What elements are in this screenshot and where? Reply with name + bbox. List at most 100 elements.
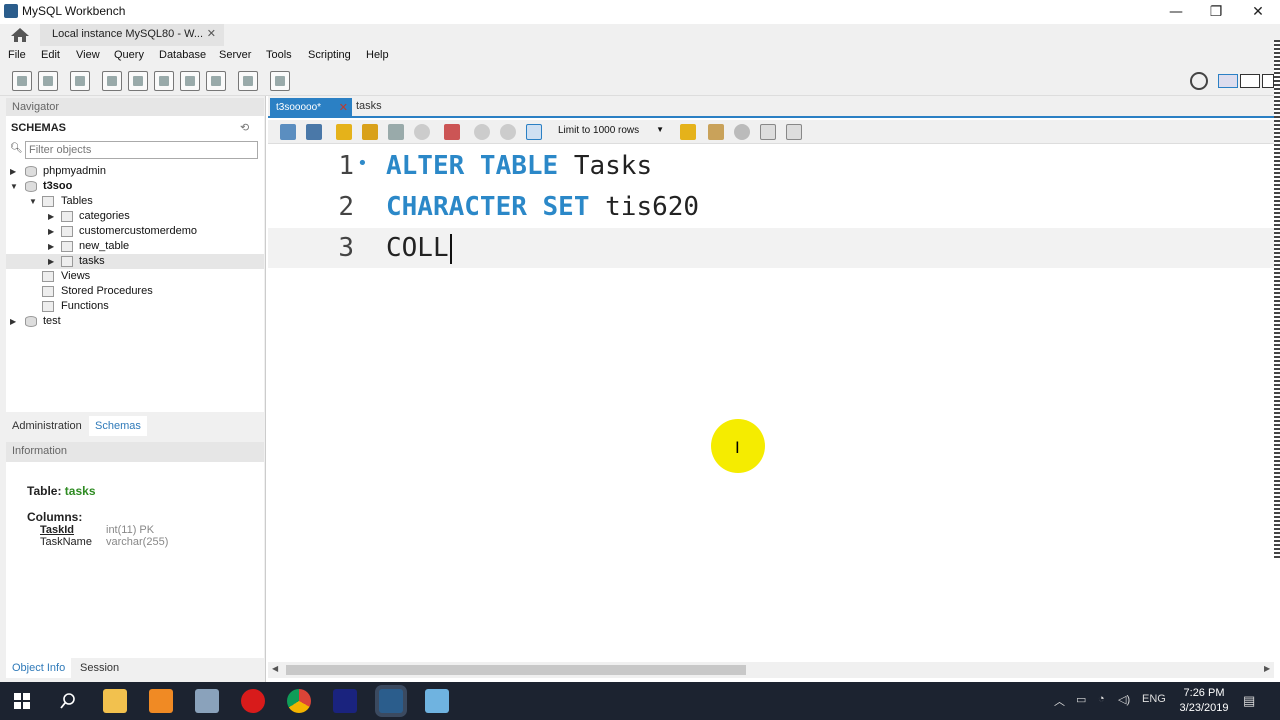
new-sql-tab-icon[interactable] <box>12 71 32 91</box>
column-type: varchar(255) <box>106 536 169 548</box>
tree-item-label: Views <box>61 270 91 282</box>
tab-administration[interactable]: Administration <box>6 416 88 436</box>
collapse-arrow-icon[interactable]: ▼ <box>10 179 18 194</box>
editor-tab-tasks[interactable]: tasks <box>356 100 382 112</box>
settings-gear-icon[interactable] <box>1190 72 1208 90</box>
tree-item-stored-procedures[interactable]: Stored Procedures <box>6 284 264 299</box>
toggle-secondary-sidebar-icon[interactable] <box>1262 74 1274 88</box>
menu-query[interactable]: Query <box>114 49 144 61</box>
save-icon[interactable] <box>306 124 322 140</box>
expand-arrow-icon[interactable]: ▶ <box>48 209 54 224</box>
search-table-data-icon[interactable] <box>238 71 258 91</box>
app-icon[interactable] <box>195 689 219 713</box>
collapse-arrow-icon[interactable]: ▼ <box>29 194 37 209</box>
limit-rows-select[interactable]: Limit to 1000 rows ▼ <box>554 123 666 141</box>
tree-item-customercustomerdemo[interactable]: ▶ customercustomerdemo <box>6 224 264 239</box>
scroll-right-icon[interactable]: ▶ <box>1264 664 1270 673</box>
editor-tab-active[interactable]: t3sooooo* ✕ <box>270 98 352 118</box>
open-sql-script-icon[interactable] <box>38 71 58 91</box>
horizontal-scrollbar[interactable]: ◀ ▶ <box>268 662 1274 678</box>
taskbar-clock[interactable]: 7:26 PM 3/23/2019 <box>1176 686 1232 716</box>
clock-time: 7:26 PM <box>1183 687 1225 699</box>
menu-tools[interactable]: Tools <box>266 49 292 61</box>
explain-icon[interactable] <box>388 124 404 140</box>
opera-icon[interactable] <box>241 689 265 713</box>
refresh-schemas-icon[interactable]: ⟲ <box>240 121 249 134</box>
tree-item-new-table[interactable]: ▶ new_table <box>6 239 264 254</box>
tree-item-phpmyadmin[interactable]: ▶ phpmyadmin <box>6 164 264 179</box>
menu-database[interactable]: Database <box>159 49 206 61</box>
beautify-icon[interactable] <box>708 124 724 140</box>
minimize-button[interactable]: — <box>1156 2 1196 22</box>
expand-arrow-icon[interactable]: ▶ <box>10 314 16 329</box>
tree-item-views[interactable]: Views <box>6 269 264 284</box>
information-header: Information <box>6 442 264 462</box>
wifi-icon[interactable]: ◔ <box>1098 693 1105 705</box>
create-schema-icon[interactable] <box>102 71 122 91</box>
create-function-icon[interactable] <box>206 71 226 91</box>
tab-session[interactable]: Session <box>74 658 125 678</box>
filter-objects-input[interactable] <box>25 141 258 159</box>
rollback-icon[interactable] <box>500 124 516 140</box>
reconnect-icon[interactable] <box>270 71 290 91</box>
tree-item-functions[interactable]: Functions <box>6 299 264 314</box>
open-file-icon[interactable] <box>280 124 296 140</box>
close-tab-icon[interactable]: ✕ <box>339 101 348 114</box>
expand-arrow-icon[interactable]: ▶ <box>48 224 54 239</box>
language-indicator[interactable]: ENG <box>1142 693 1166 705</box>
scrollbar-thumb[interactable] <box>286 665 746 675</box>
tab-schemas[interactable]: Schemas <box>89 416 147 436</box>
mysql-workbench-taskbar-icon[interactable] <box>379 689 403 713</box>
code-editor[interactable]: 1 • ALTER TABLE Tasks 2 CHARACTER SET ti… <box>268 146 1274 666</box>
search-icon[interactable] <box>60 693 76 709</box>
scroll-left-icon[interactable]: ◀ <box>272 664 278 673</box>
invisible-chars-icon[interactable] <box>760 124 776 140</box>
execute-current-icon[interactable] <box>362 124 378 140</box>
notifications-icon[interactable]: ▤ <box>1243 693 1255 709</box>
inspector-icon[interactable] <box>70 71 90 91</box>
close-window-button[interactable]: ✕ <box>1238 2 1278 22</box>
toggle-output-icon[interactable] <box>1240 74 1260 88</box>
connection-tab[interactable]: Local instance MySQL80 - W... ✕ <box>40 24 224 46</box>
restore-button[interactable]: ❐ <box>1196 2 1236 22</box>
tree-item-t3soo[interactable]: ▼ t3soo <box>6 179 264 194</box>
word-wrap-icon[interactable] <box>786 124 802 140</box>
volume-icon[interactable]: ◁) <box>1118 693 1130 706</box>
create-procedure-icon[interactable] <box>180 71 200 91</box>
stop-icon[interactable] <box>414 124 430 140</box>
tree-item-tables[interactable]: ▼ Tables <box>6 194 264 209</box>
expand-arrow-icon[interactable]: ▶ <box>10 164 16 179</box>
create-table-icon[interactable] <box>128 71 148 91</box>
execute-icon[interactable] <box>336 124 352 140</box>
commit-icon[interactable] <box>474 124 490 140</box>
close-tab-icon[interactable]: ✕ <box>207 27 216 40</box>
chevron-up-icon[interactable]: ︿ <box>1054 693 1065 709</box>
app-icon[interactable] <box>425 689 449 713</box>
toggle-sidebar-icon[interactable] <box>1218 74 1238 88</box>
battery-icon[interactable]: ▭ <box>1076 693 1086 706</box>
sublime-text-icon[interactable] <box>149 689 173 713</box>
app-icon[interactable] <box>333 689 357 713</box>
tab-object-info[interactable]: Object Info <box>6 658 72 678</box>
create-view-icon[interactable] <box>154 71 174 91</box>
menu-file[interactable]: File <box>8 49 26 61</box>
menu-scripting[interactable]: Scripting <box>308 49 351 61</box>
menu-view[interactable]: View <box>76 49 100 61</box>
add-snippet-icon[interactable] <box>680 124 696 140</box>
home-icon[interactable] <box>10 27 30 43</box>
find-icon[interactable] <box>734 124 750 140</box>
chrome-icon[interactable] <box>287 689 311 713</box>
menu-server[interactable]: Server <box>219 49 251 61</box>
tree-item-tasks[interactable]: ▶ tasks <box>6 254 264 269</box>
expand-arrow-icon[interactable]: ▶ <box>48 254 54 269</box>
file-explorer-icon[interactable] <box>103 689 127 713</box>
autocommit-icon[interactable] <box>526 124 542 140</box>
fold-marker-icon[interactable]: • <box>357 144 368 184</box>
menu-help[interactable]: Help <box>366 49 389 61</box>
tree-item-test[interactable]: ▶ test <box>6 314 264 329</box>
tree-item-categories[interactable]: ▶ categories <box>6 209 264 224</box>
expand-arrow-icon[interactable]: ▶ <box>48 239 54 254</box>
toggle-error-icon[interactable] <box>444 124 460 140</box>
menu-edit[interactable]: Edit <box>41 49 60 61</box>
windows-start-icon[interactable] <box>14 693 30 709</box>
